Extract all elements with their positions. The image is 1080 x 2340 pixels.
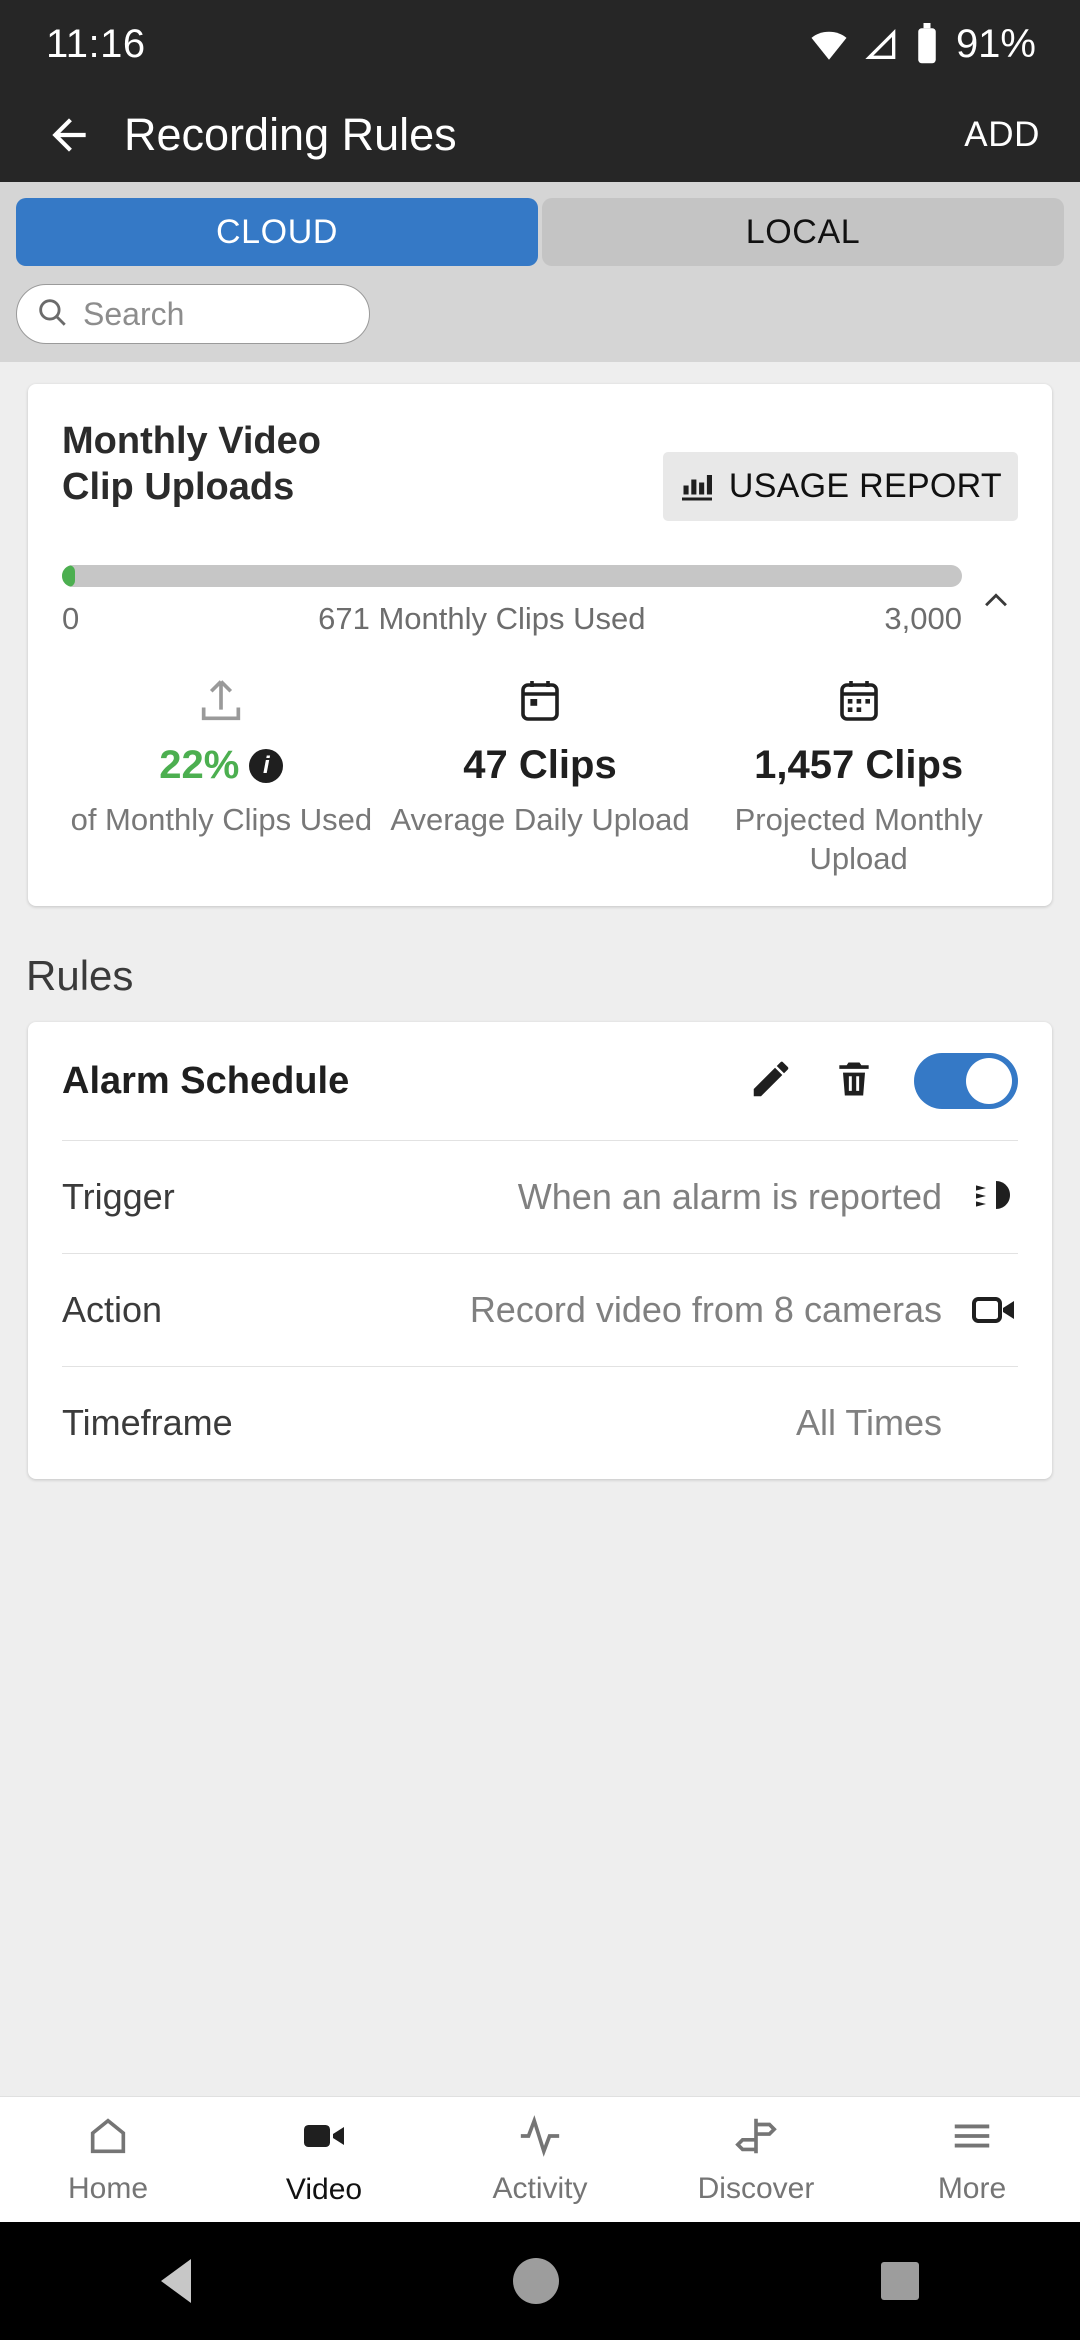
app-bar: Recording Rules ADD bbox=[0, 88, 1080, 182]
wifi-icon bbox=[808, 23, 850, 65]
trash-icon[interactable] bbox=[832, 1057, 876, 1106]
usage-stat-projected: 1,457 Clips Projected Monthly Upload bbox=[699, 673, 1018, 878]
rule-row-trigger-key: Trigger bbox=[62, 1176, 175, 1218]
status-indicators: 91% bbox=[808, 22, 1036, 67]
rule-row-timeframe-key: Timeframe bbox=[62, 1402, 233, 1444]
usage-progress-row: 0 671 Monthly Clips Used 3,000 bbox=[62, 565, 1018, 637]
status-time: 11:16 bbox=[46, 21, 146, 66]
pencil-icon[interactable] bbox=[748, 1056, 794, 1107]
tab-local[interactable]: LOCAL bbox=[542, 198, 1064, 266]
chevron-up-icon[interactable] bbox=[962, 584, 1018, 618]
back-arrow-icon[interactable] bbox=[36, 102, 102, 168]
usage-stat-daily-label: Average Daily Upload bbox=[390, 802, 690, 837]
segmented-tabs: CLOUD LOCAL bbox=[16, 198, 1064, 266]
rule-row-action[interactable]: Action Record video from 8 cameras bbox=[62, 1254, 1018, 1366]
system-home-icon[interactable] bbox=[513, 2258, 559, 2304]
usage-stat-percent-label: of Monthly Clips Used bbox=[70, 802, 373, 837]
alarm-siren-icon bbox=[962, 1173, 1018, 1221]
usage-stat-projected-label: Projected Monthly Upload bbox=[734, 802, 983, 877]
rule-card-header: Alarm Schedule bbox=[62, 1022, 1018, 1140]
system-recents-icon[interactable] bbox=[881, 2262, 919, 2300]
usage-report-button[interactable]: USAGE REPORT bbox=[662, 452, 1018, 521]
rule-enable-toggle[interactable] bbox=[914, 1053, 1018, 1110]
toggle-knob bbox=[966, 1058, 1012, 1105]
activity-pulse-icon bbox=[517, 2113, 563, 2164]
add-button[interactable]: ADD bbox=[958, 107, 1046, 163]
usage-progress-track bbox=[62, 565, 962, 587]
rule-row-timeframe[interactable]: Timeframe All Times bbox=[62, 1367, 1018, 1479]
usage-stats: 22% i of Monthly Clips Used 47 Clips Ave… bbox=[62, 673, 1018, 878]
video-camera-icon bbox=[962, 1286, 1018, 1334]
rule-name: Alarm Schedule bbox=[62, 1059, 350, 1102]
usage-stat-percent: 22% i of Monthly Clips Used bbox=[62, 673, 381, 878]
menu-lines-icon bbox=[949, 2113, 995, 2164]
scroll-content[interactable]: Monthly Video Clip Uploads USAGE REPORT bbox=[0, 362, 1080, 1614]
usage-progress-fill bbox=[62, 565, 75, 587]
usage-center-label: 671 Monthly Clips Used bbox=[318, 601, 646, 636]
rule-row-trigger-value: When an alarm is reported bbox=[517, 1176, 942, 1218]
usage-max-label: 3,000 bbox=[884, 601, 962, 636]
usage-percent-text: 22% bbox=[159, 743, 240, 787]
usage-stat-daily-value: 47 Clips bbox=[463, 743, 617, 787]
usage-card-title: Monthly Video Clip Uploads bbox=[62, 420, 321, 509]
usage-stat-projected-value: 1,457 Clips bbox=[754, 743, 964, 787]
home-icon bbox=[85, 2113, 131, 2164]
usage-min-label: 0 bbox=[62, 601, 80, 636]
bar-chart-icon bbox=[679, 466, 715, 507]
tab-cloud[interactable]: CLOUD bbox=[16, 198, 538, 266]
usage-progress-scale: 0 671 Monthly Clips Used 3,000 bbox=[62, 601, 962, 637]
nav-label-more: More bbox=[937, 2172, 1007, 2205]
search-icon bbox=[35, 295, 69, 334]
calendar-day-icon bbox=[381, 673, 700, 729]
page-title: Recording Rules bbox=[124, 109, 457, 160]
tab-and-search-zone: CLOUD LOCAL Search bbox=[0, 182, 1080, 362]
cellular-signal-icon bbox=[862, 24, 902, 64]
rule-card-alarm-schedule: Alarm Schedule Trigger When an alarm is … bbox=[28, 1022, 1052, 1480]
rule-row-trigger[interactable]: Trigger When an alarm is reported bbox=[62, 1141, 1018, 1253]
search-input[interactable]: Search bbox=[16, 284, 370, 344]
battery-icon bbox=[914, 23, 940, 65]
usage-report-label: USAGE REPORT bbox=[728, 467, 1002, 505]
usage-card-header: Monthly Video Clip Uploads USAGE REPORT bbox=[62, 418, 1018, 521]
usage-progress-column: 0 671 Monthly Clips Used 3,000 bbox=[62, 565, 962, 637]
rule-row-timeframe-value: All Times bbox=[795, 1402, 942, 1444]
nav-item-activity[interactable]: Activity bbox=[432, 2113, 648, 2206]
rule-actions bbox=[748, 1053, 1018, 1110]
rule-row-action-value: Record video from 8 cameras bbox=[469, 1289, 942, 1331]
rules-section-heading: Rules bbox=[26, 952, 134, 1000]
calendar-month-icon bbox=[699, 673, 1018, 729]
nav-label-activity: Activity bbox=[492, 2172, 588, 2205]
nav-label-home: Home bbox=[67, 2172, 149, 2205]
search-placeholder: Search bbox=[83, 295, 185, 332]
nav-label-discover: Discover bbox=[697, 2172, 815, 2205]
nav-label-video: Video bbox=[285, 2173, 363, 2206]
rule-row-action-key: Action bbox=[62, 1289, 163, 1331]
system-navigation-bar bbox=[0, 2222, 1080, 2340]
video-camera-icon bbox=[300, 2112, 348, 2165]
system-back-icon[interactable] bbox=[161, 2259, 191, 2303]
usage-stat-daily: 47 Clips Average Daily Upload bbox=[381, 673, 700, 878]
discover-signpost-icon bbox=[733, 2113, 779, 2164]
info-icon[interactable]: i bbox=[249, 748, 284, 783]
search-wrapper: Search bbox=[16, 284, 1064, 344]
nav-item-more[interactable]: More bbox=[864, 2113, 1080, 2206]
nav-item-home[interactable]: Home bbox=[0, 2113, 216, 2206]
nav-item-discover[interactable]: Discover bbox=[648, 2113, 864, 2206]
usage-card: Monthly Video Clip Uploads USAGE REPORT bbox=[28, 384, 1052, 907]
upload-icon bbox=[62, 673, 381, 729]
usage-stat-percent-value: 22% i bbox=[62, 743, 381, 788]
nav-item-video[interactable]: Video bbox=[216, 2112, 432, 2207]
bottom-navigation: Home Video Activity Discover More bbox=[0, 2096, 1080, 2222]
battery-percent: 91% bbox=[955, 21, 1036, 66]
status-bar: 11:16 91% bbox=[0, 0, 1080, 88]
